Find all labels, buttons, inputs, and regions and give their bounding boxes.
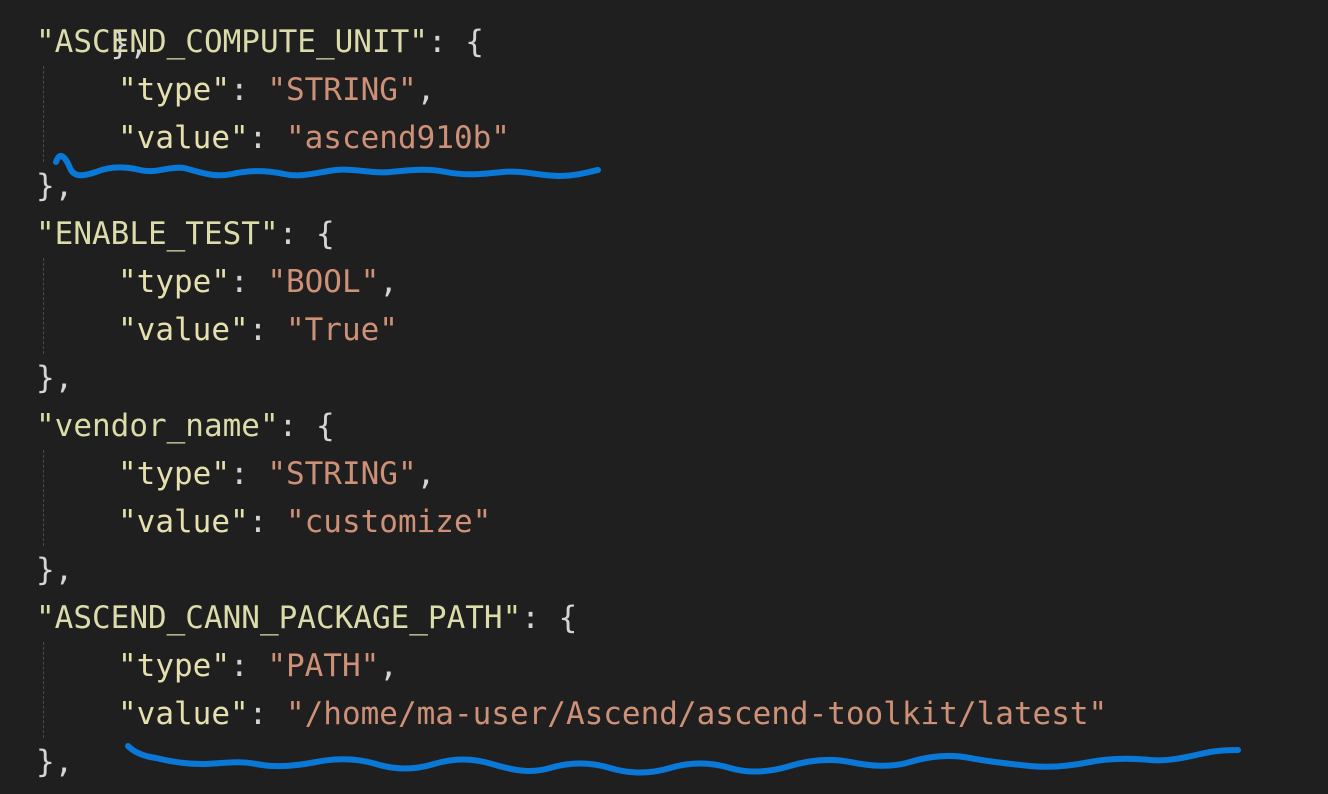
colon: : — [248, 696, 286, 732]
json-key: "value" — [118, 120, 249, 156]
json-string-value: "PATH" — [267, 648, 380, 684]
close-brace: }, — [36, 744, 74, 780]
code-line: "ENABLE_TEST": { — [36, 210, 335, 258]
code-line-partial: }, — [36, 0, 148, 62]
json-string-value: "customize" — [285, 504, 492, 540]
json-string-value: "True" — [285, 312, 398, 348]
indent-guide — [43, 66, 44, 162]
json-key: "type" — [118, 264, 230, 300]
colon: : — [229, 72, 268, 108]
colon: : — [229, 264, 268, 300]
json-key: "value" — [118, 504, 249, 540]
json-key: "type" — [118, 72, 230, 108]
json-string-value: "/home/ma-user/Ascend/ascend-toolkit/lat… — [285, 696, 1108, 732]
colon: : — [229, 648, 268, 684]
colon: : — [248, 120, 286, 156]
indent-guide — [43, 450, 44, 546]
close-brace: }, — [36, 552, 74, 588]
json-key: "vendor_name" — [36, 408, 279, 444]
comma: , — [416, 456, 436, 492]
json-key: "value" — [118, 696, 249, 732]
json-key: "type" — [118, 648, 230, 684]
comma: , — [416, 72, 436, 108]
code-line: }, — [36, 162, 73, 210]
comma: , — [379, 264, 398, 300]
close-brace: }, — [36, 360, 74, 396]
code-line: "type": "STRING", — [118, 66, 435, 114]
open-brace: : { — [278, 408, 335, 444]
json-string-value: "STRING" — [267, 456, 417, 492]
json-key: "ASCEND_COMPUTE_UNIT" — [36, 24, 428, 60]
code-line: "ASCEND_COMPUTE_UNIT": { — [36, 18, 484, 66]
comma: , — [379, 648, 398, 684]
underline-annotation — [125, 743, 1241, 776]
json-string-value: "STRING" — [267, 72, 417, 108]
code-line: }, — [36, 354, 73, 402]
json-key: "ASCEND_CANN_PACKAGE_PATH" — [36, 600, 522, 636]
code-line: "type": "PATH", — [118, 642, 398, 690]
code-editor[interactable]: }, "ASCEND_COMPUTE_UNIT": { "type": "STR… — [0, 0, 1328, 794]
code-line: "type": "BOOL", — [118, 258, 398, 306]
code-line: "value": "True" — [118, 306, 398, 354]
code-line: "vendor_name": { — [36, 402, 335, 450]
code-line: "type": "STRING", — [118, 450, 435, 498]
open-brace: : { — [521, 600, 578, 636]
json-key: "type" — [118, 456, 230, 492]
code-line: "value": "ascend910b" — [118, 114, 510, 162]
code-line: "value": "/home/ma-user/Ascend/ascend-to… — [118, 690, 1107, 738]
close-brace: }, — [36, 168, 74, 204]
code-line: "ASCEND_CANN_PACKAGE_PATH": { — [36, 594, 577, 642]
colon: : — [248, 504, 286, 540]
colon: : — [229, 456, 268, 492]
code-line: "value": "customize" — [118, 498, 491, 546]
colon: : — [248, 312, 286, 348]
open-brace: : { — [427, 24, 484, 60]
json-key: "value" — [118, 312, 249, 348]
open-brace: : { — [278, 216, 335, 252]
code-line: }, — [36, 546, 73, 594]
indent-guide — [43, 258, 44, 354]
json-key: "ENABLE_TEST" — [36, 216, 279, 252]
json-string-value: "ascend910b" — [285, 120, 510, 156]
code-line: }, — [36, 738, 73, 786]
json-string-value: "BOOL" — [267, 264, 380, 300]
indent-guide — [43, 642, 44, 738]
